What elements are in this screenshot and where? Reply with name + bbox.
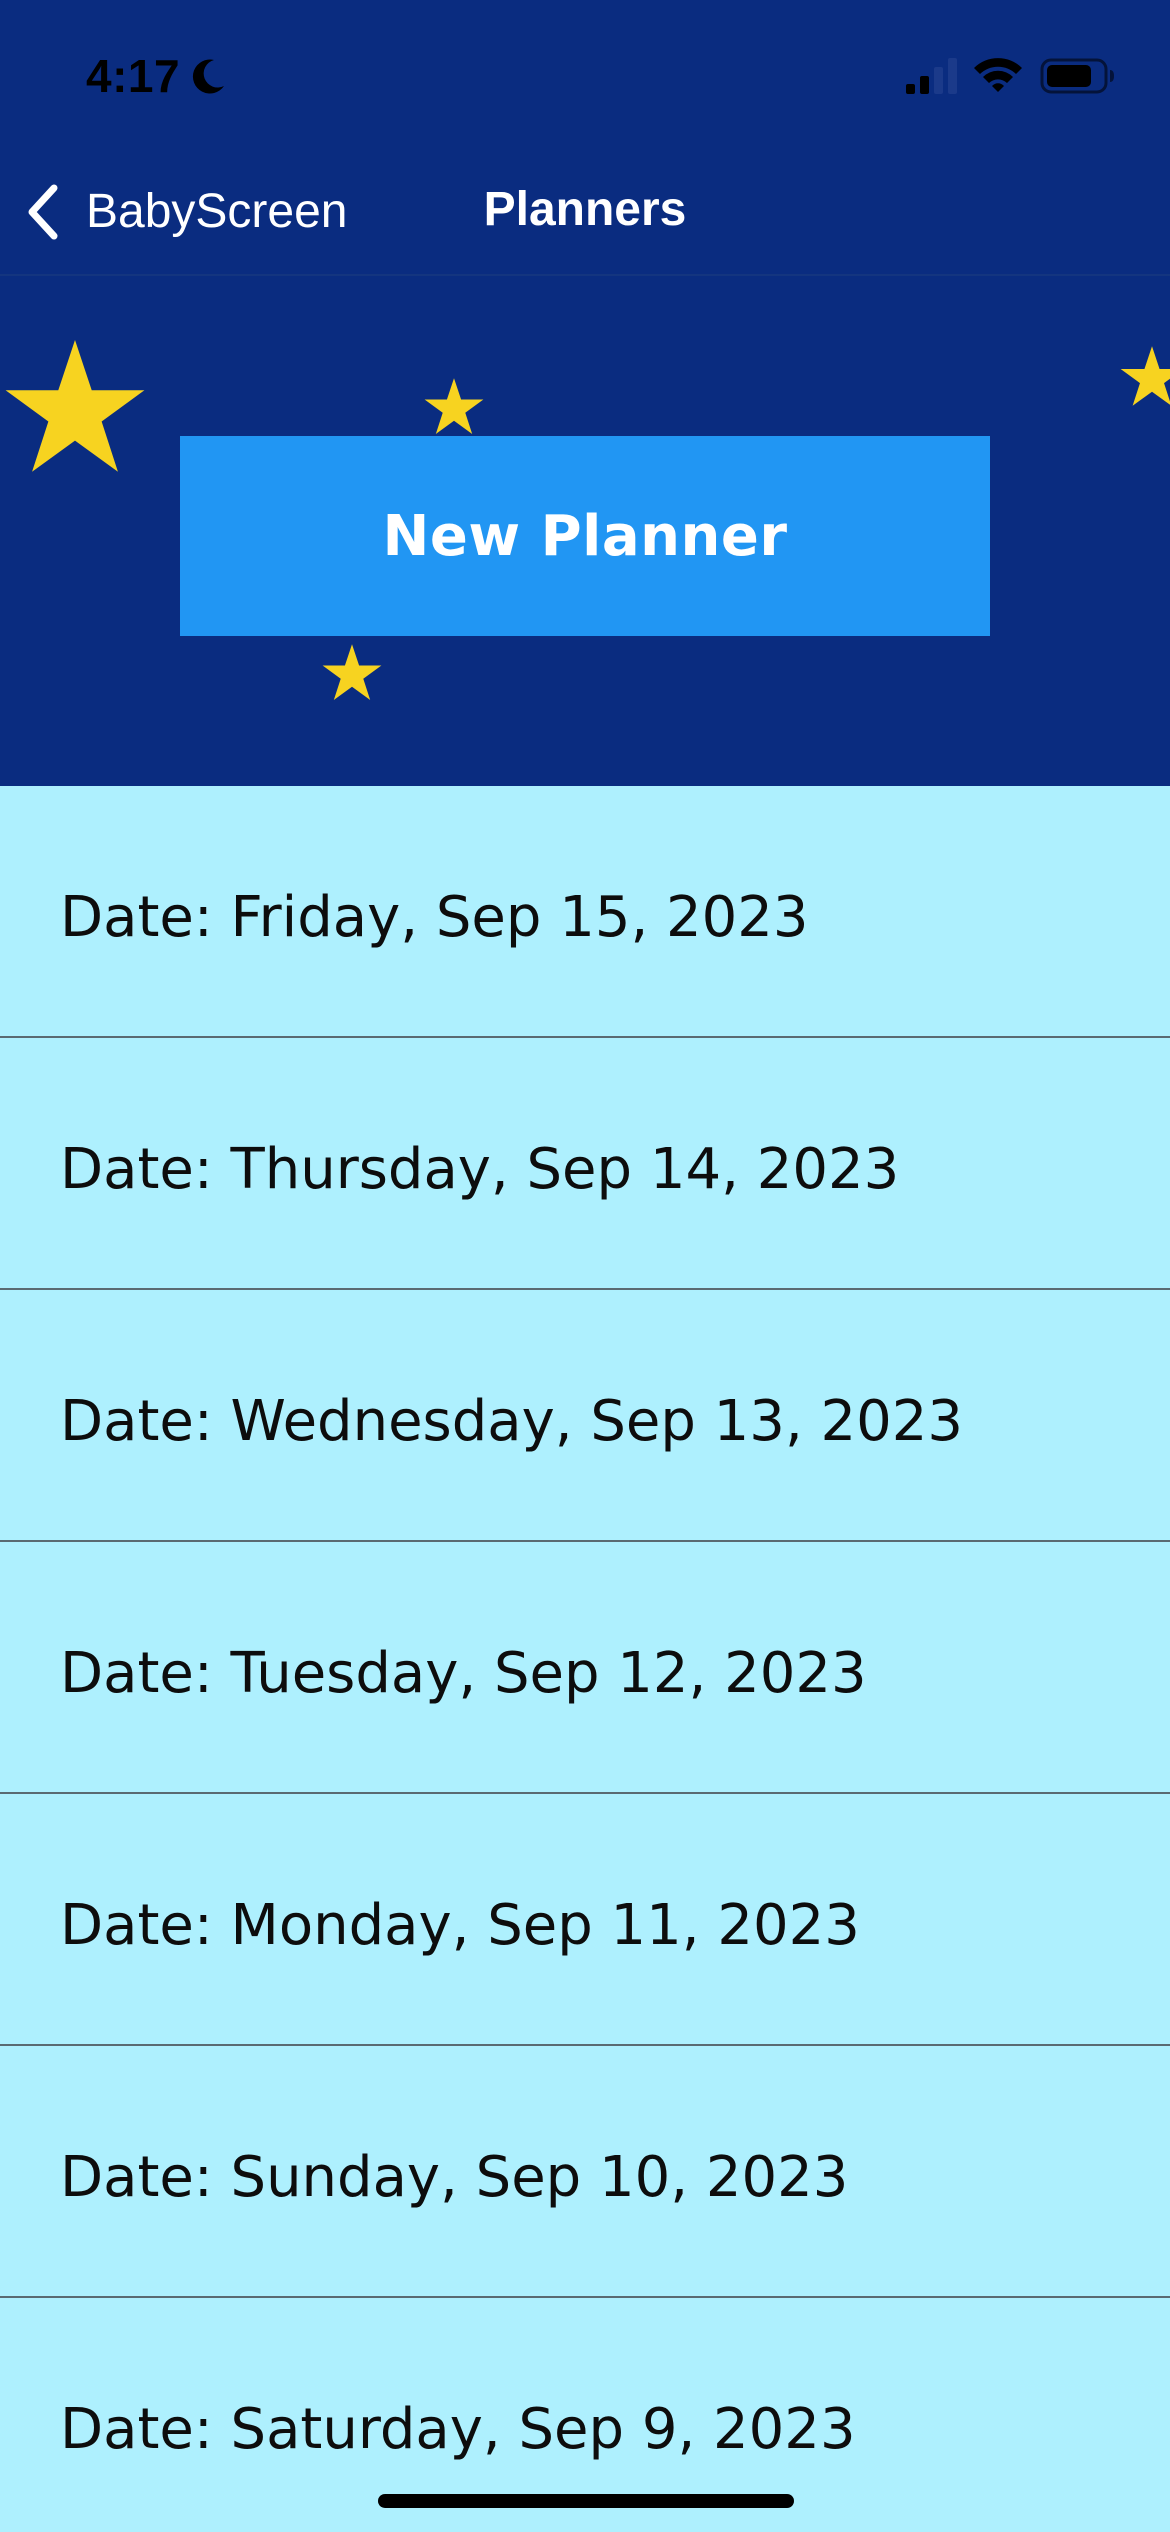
navigation-bar: BabyScreen Planners <box>0 150 1170 276</box>
battery-icon <box>1040 58 1114 94</box>
planner-date-label: Date: Monday, Sep 11, 2023 <box>60 1893 860 1958</box>
planner-date-label: Date: Saturday, Sep 9, 2023 <box>60 2397 856 2462</box>
new-planner-button[interactable]: New Planner <box>180 436 990 636</box>
star-icon <box>5 340 145 472</box>
status-bar: 4:17 <box>0 0 1170 150</box>
wifi-icon <box>974 58 1022 92</box>
star-icon <box>1120 346 1170 406</box>
star-icon <box>424 378 484 434</box>
star-icon <box>322 644 382 700</box>
planners-screen: 4:17 BabyScreen Planners New Planner Dat… <box>0 0 1170 2532</box>
planner-row[interactable]: Date: Wednesday, Sep 13, 2023 <box>0 1290 1170 1542</box>
status-time: 4:17 <box>86 50 181 102</box>
planner-date-label: Date: Wednesday, Sep 13, 2023 <box>60 1389 964 1454</box>
planner-date-label: Date: Thursday, Sep 14, 2023 <box>60 1137 900 1202</box>
planner-date-label: Date: Tuesday, Sep 12, 2023 <box>60 1641 867 1706</box>
planner-date-label: Date: Sunday, Sep 10, 2023 <box>60 2145 849 2210</box>
home-indicator[interactable] <box>378 2494 794 2508</box>
planner-date-label: Date: Friday, Sep 15, 2023 <box>60 885 809 950</box>
page-title: Planners <box>483 183 687 236</box>
planner-row[interactable]: Date: Thursday, Sep 14, 2023 <box>0 1038 1170 1290</box>
planner-row[interactable]: Date: Sunday, Sep 10, 2023 <box>0 2046 1170 2298</box>
planner-row[interactable]: Date: Monday, Sep 11, 2023 <box>0 1794 1170 2046</box>
hero-banner: New Planner <box>0 276 1170 786</box>
planner-row[interactable]: Date: Tuesday, Sep 12, 2023 <box>0 1542 1170 1794</box>
cellular-signal-icon <box>906 58 957 94</box>
planner-list: Date: Friday, Sep 15, 2023 Date: Thursda… <box>0 786 1170 2532</box>
moon-icon <box>192 59 224 94</box>
planner-row[interactable]: Date: Friday, Sep 15, 2023 <box>0 786 1170 1038</box>
